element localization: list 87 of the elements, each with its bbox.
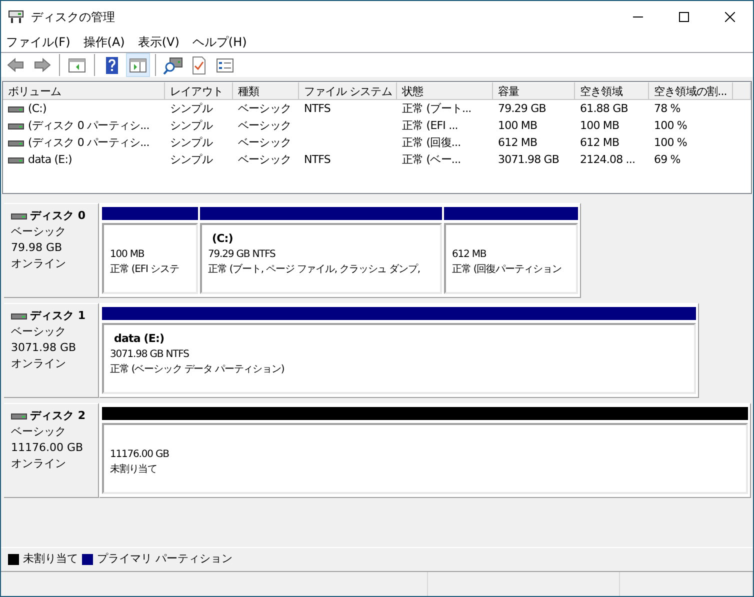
table-cell: 79.29 GB — [498, 100, 546, 117]
partition-block[interactable]: data (E:) 3071.98 GB NTFS 正常 (ベーシック データ パーティション) — [102, 323, 696, 394]
partition-label: (C:) — [211, 231, 234, 247]
disk-size: 79.98 GB — [11, 240, 64, 256]
partition-size: 612 MB — [452, 248, 488, 262]
partition-size: 3071.98 GB NTFS — [110, 348, 190, 362]
table-cell: ベーシック — [238, 152, 292, 168]
table-cell: 69 % — [654, 152, 680, 168]
disk-info-panel[interactable]: ディスク 2 ベーシック 11176.00 GB オンライン — [4, 403, 99, 498]
disk-size: 11176.00 GB — [11, 440, 84, 456]
table-cell: ベーシック — [238, 100, 292, 117]
table-cell: (ディスク 0 パーティシ... — [28, 134, 150, 151]
table-cell: 正常 (ベー... — [402, 152, 461, 168]
table-cell: 100 MB — [580, 118, 620, 134]
disk-info-panel[interactable]: ディスク 0 ベーシック 79.98 GB オンライン — [4, 203, 99, 298]
disk-status: オンライン — [11, 356, 67, 372]
table-cell: 61.88 GB — [580, 100, 628, 117]
menu-item[interactable]: ファイル(F) — [1, 33, 76, 51]
table-cell: 78 % — [654, 100, 680, 117]
table-cell: 612 MB — [580, 134, 620, 151]
column-header[interactable]: ファイル システム — [299, 82, 397, 100]
disk-name: ディスク 2 — [30, 408, 86, 424]
column-header[interactable]: レイアウト — [165, 82, 233, 100]
partition-block[interactable]: 100 MB 正常 (EFI システ — [102, 223, 198, 294]
column-header[interactable]: 容量 — [493, 82, 575, 100]
table-cell: ベーシック — [238, 134, 292, 151]
legend-label: プライマリ パーティション — [97, 551, 232, 568]
table-cell: data (E:) — [28, 152, 72, 168]
partition-block[interactable]: 612 MB 正常 (回復パーティション — [444, 223, 578, 294]
disk-name: ディスク 0 — [30, 208, 86, 224]
window-title: ディスクの管理 — [31, 8, 115, 26]
partition-block[interactable]: (C:) 79.29 GB NTFS 正常 (ブート, ページ ファイル, クラッシュ ダンプ, — [200, 223, 442, 294]
column-header[interactable]: 空き領域 — [575, 82, 649, 100]
action-pane-button[interactable] — [126, 53, 150, 77]
maximize-icon — [679, 12, 689, 22]
legend-label: 未割り当て — [23, 551, 78, 568]
partition-status: 正常 (EFI システ — [110, 262, 180, 277]
column-header[interactable]: 種類 — [233, 82, 299, 100]
table-cell: 100 % — [654, 118, 687, 134]
column-header[interactable]: 状態 — [397, 82, 493, 100]
partition-block[interactable]: 11176.00 GB 未割り当て — [102, 423, 748, 494]
back-arrow-icon — [6, 55, 26, 75]
table-cell: NTFS — [304, 152, 330, 168]
table-cell: 100 % — [654, 134, 687, 151]
table-cell: (C:) — [28, 100, 46, 117]
disk-status: オンライン — [11, 456, 67, 472]
table-cell: シンプル — [170, 100, 212, 117]
partition-status: 正常 (ブート, ページ ファイル, クラッシュ ダンプ, — [208, 262, 421, 277]
disk-type: ベーシック — [11, 324, 67, 340]
disk-status: オンライン — [11, 256, 67, 272]
partition-label: data (E:) — [113, 331, 166, 347]
table-cell: 正常 (回復... — [402, 134, 461, 151]
disk-info-panel[interactable]: ディスク 1 ベーシック 3071.98 GB オンライン — [4, 303, 99, 398]
partition-status: 正常 (回復パーティション — [452, 262, 562, 277]
forward-arrow-icon — [32, 55, 52, 75]
table-cell: 100 MB — [498, 118, 538, 134]
partition-status: 正常 (ベーシック データ パーティション) — [110, 362, 286, 377]
table-cell: シンプル — [170, 152, 212, 168]
partition-size: 100 MB — [110, 248, 146, 262]
menu-item[interactable]: 操作(A) — [78, 33, 131, 51]
table-cell: (ディスク 0 パーティシ... — [28, 118, 150, 134]
volume-icon — [8, 138, 24, 148]
table-cell: ベーシック — [238, 118, 292, 134]
menu-item[interactable]: ヘルプ(H) — [187, 33, 253, 51]
menu-item[interactable]: 表示(V) — [132, 33, 186, 51]
table-cell: 3071.98 GB — [498, 152, 560, 168]
disk-type: ベーシック — [11, 224, 67, 240]
column-header[interactable]: ボリューム — [3, 82, 165, 100]
table-cell: 2124.08 ... — [580, 152, 636, 168]
disk-size: 3071.98 GB — [11, 340, 78, 356]
volume-icon — [8, 104, 24, 114]
disk-name: ディスク 1 — [30, 308, 86, 324]
table-cell: 612 MB — [498, 134, 538, 151]
volume-icon — [8, 156, 24, 164]
partition-size: 11176.00 GB — [110, 448, 170, 462]
partition-size: 79.29 GB NTFS — [208, 248, 276, 262]
close-icon — [725, 12, 735, 22]
table-cell: シンプル — [170, 118, 212, 134]
table-cell: 正常 (EFI ... — [402, 118, 458, 134]
disk-management-icon — [7, 8, 25, 24]
partition-status: 未割り当て — [110, 462, 158, 477]
table-cell: NTFS — [304, 100, 330, 117]
disk-type: ベーシック — [11, 424, 67, 440]
table-cell: 正常 (ブート... — [402, 100, 472, 117]
volume-icon — [8, 122, 24, 130]
table-cell: シンプル — [170, 134, 212, 151]
column-header[interactable]: 空き領域の割... — [649, 82, 733, 100]
